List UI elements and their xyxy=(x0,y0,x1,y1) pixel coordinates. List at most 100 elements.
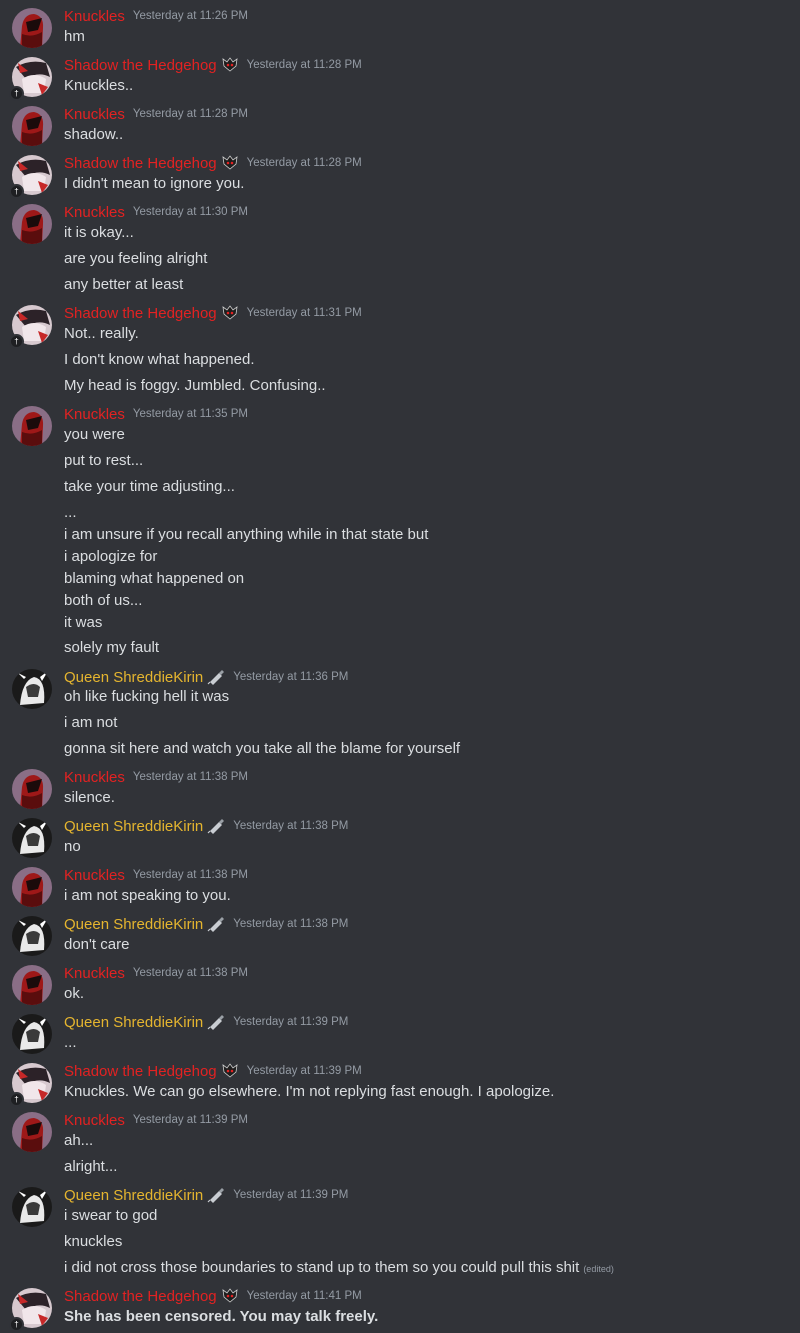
message-header: Queen ShreddieKirin Yesterday at 11:39 PM xyxy=(64,1012,348,1032)
status-badge-icon: † xyxy=(9,1317,24,1332)
timestamp[interactable]: Yesterday at 11:39 PM xyxy=(233,1016,348,1028)
timestamp[interactable]: Yesterday at 11:28 PM xyxy=(247,59,362,71)
message-text: shadow.. xyxy=(64,126,124,143)
timestamp[interactable]: Yesterday at 11:38 PM xyxy=(133,967,248,979)
message-text: silence. xyxy=(64,789,115,806)
author-name[interactable]: Shadow the Hedgehog xyxy=(64,57,217,74)
message-line: i am not speaking to you. xyxy=(64,887,231,904)
avatar[interactable] xyxy=(12,1014,52,1054)
message-text: take your time adjusting... xyxy=(64,478,235,495)
avatar[interactable] xyxy=(12,916,52,956)
timestamp[interactable]: Yesterday at 11:39 PM xyxy=(233,1189,348,1201)
timestamp[interactable]: Yesterday at 11:28 PM xyxy=(133,108,248,120)
message-line: i did not cross those boundaries to stan… xyxy=(64,1259,614,1276)
message-line: no xyxy=(64,838,81,855)
message-line: gonna sit here and watch you take all th… xyxy=(64,740,460,757)
status-badge-icon: † xyxy=(9,334,24,349)
message-line: any better at least xyxy=(64,276,183,293)
chat-log: Knuckles Yesterday at 11:26 PM hm † Shadow t… xyxy=(0,0,800,1333)
message-text: Knuckles.. xyxy=(64,77,134,94)
avatar[interactable] xyxy=(12,106,52,146)
avatar[interactable] xyxy=(12,867,52,907)
author-name[interactable]: Shadow the Hedgehog xyxy=(64,1288,217,1305)
message-text: i did not cross those boundaries to stan… xyxy=(64,1259,580,1276)
author-name[interactable]: Knuckles xyxy=(64,1112,125,1129)
timestamp[interactable]: Yesterday at 11:41 PM xyxy=(247,1290,362,1302)
avatar[interactable] xyxy=(12,769,52,809)
message-line: shadow.. xyxy=(64,126,123,143)
message-header: Knuckles Yesterday at 11:38 PM xyxy=(64,963,248,983)
message-line: put to rest... xyxy=(64,452,143,469)
author-name[interactable]: Queen ShreddieKirin xyxy=(64,669,203,686)
message-text: gonna sit here and watch you take all th… xyxy=(64,740,461,757)
message-header: Shadow the Hedgehog Yesterday at 11:31 PM xyxy=(64,303,362,323)
avatar[interactable] xyxy=(12,965,52,1005)
author-name[interactable]: Knuckles xyxy=(64,769,125,786)
author-name[interactable]: Queen ShreddieKirin xyxy=(64,1014,203,1031)
avatar[interactable] xyxy=(12,669,52,709)
message-text: ... xyxy=(64,1034,77,1051)
shadow-emblem-icon xyxy=(222,1063,238,1078)
timestamp[interactable]: Yesterday at 11:26 PM xyxy=(133,10,248,22)
message-text: Not.. really. xyxy=(64,325,139,342)
message-header: Knuckles Yesterday at 11:30 PM xyxy=(64,202,248,222)
message-text: She has been censored. You may talk free… xyxy=(64,1308,379,1325)
message-line: Knuckles.. xyxy=(64,77,133,94)
avatar[interactable] xyxy=(12,818,52,858)
message-line: I don't know what happened. xyxy=(64,351,255,368)
message-text: no xyxy=(64,838,81,855)
author-name[interactable]: Shadow the Hedgehog xyxy=(64,155,217,172)
author-name[interactable]: Knuckles xyxy=(64,406,125,423)
author-name[interactable]: Queen ShreddieKirin xyxy=(64,1187,203,1204)
timestamp[interactable]: Yesterday at 11:36 PM xyxy=(233,671,348,683)
message-header: Knuckles Yesterday at 11:28 PM xyxy=(64,104,248,124)
author-name[interactable]: Queen ShreddieKirin xyxy=(64,916,203,933)
avatar[interactable] xyxy=(12,406,52,446)
status-badge-icon: † xyxy=(9,1092,24,1107)
message-text: i am not speaking to you. xyxy=(64,887,231,904)
shadow-emblem-icon xyxy=(222,57,238,72)
timestamp[interactable]: Yesterday at 11:31 PM xyxy=(247,307,362,319)
message-text: it is okay... xyxy=(64,224,134,241)
author-name[interactable]: Shadow the Hedgehog xyxy=(64,305,217,322)
message-header: Knuckles Yesterday at 11:38 PM xyxy=(64,865,248,885)
timestamp[interactable]: Yesterday at 11:35 PM xyxy=(133,408,248,420)
avatar[interactable] xyxy=(12,1112,52,1152)
author-name[interactable]: Knuckles xyxy=(64,204,125,221)
message-text: i am not xyxy=(64,714,118,731)
avatar[interactable] xyxy=(12,1187,52,1227)
timestamp[interactable]: Yesterday at 11:38 PM xyxy=(233,820,348,832)
timestamp[interactable]: Yesterday at 11:38 PM xyxy=(133,771,248,783)
message-text: hm xyxy=(64,28,85,45)
author-name[interactable]: Queen ShreddieKirin xyxy=(64,818,203,835)
author-name[interactable]: Shadow the Hedgehog xyxy=(64,1063,217,1080)
message-header: Knuckles Yesterday at 11:39 PM xyxy=(64,1110,248,1130)
message-line: ok. xyxy=(64,985,84,1002)
syringe-icon xyxy=(207,917,225,932)
message-header: Queen ShreddieKirin Yesterday at 11:39 PM xyxy=(64,1185,348,1205)
timestamp[interactable]: Yesterday at 11:30 PM xyxy=(133,206,248,218)
timestamp[interactable]: Yesterday at 11:39 PM xyxy=(133,1114,248,1126)
message-header: Queen ShreddieKirin Yesterday at 11:38 PM xyxy=(64,816,348,836)
message-text: Knuckles. We can go elsewhere. I'm not r… xyxy=(64,1083,555,1100)
shadow-emblem-icon xyxy=(222,1288,238,1303)
syringe-icon xyxy=(207,1015,225,1030)
author-name[interactable]: Knuckles xyxy=(64,106,125,123)
author-name[interactable]: Knuckles xyxy=(64,867,125,884)
message-line: it was xyxy=(64,614,102,631)
message-text: you were xyxy=(64,426,125,443)
author-name[interactable]: Knuckles xyxy=(64,965,125,982)
avatar[interactable] xyxy=(12,8,52,48)
syringe-icon xyxy=(207,670,225,685)
message-text: don't care xyxy=(64,936,130,953)
author-name[interactable]: Knuckles xyxy=(64,8,125,25)
timestamp[interactable]: Yesterday at 11:28 PM xyxy=(247,157,362,169)
timestamp[interactable]: Yesterday at 11:38 PM xyxy=(133,869,248,881)
timestamp[interactable]: Yesterday at 11:38 PM xyxy=(233,918,348,930)
timestamp[interactable]: Yesterday at 11:39 PM xyxy=(247,1065,362,1077)
message-text: i swear to god xyxy=(64,1207,158,1224)
message-line: don't care xyxy=(64,936,129,953)
message-line: oh like fucking hell it was xyxy=(64,688,229,705)
avatar[interactable] xyxy=(12,204,52,244)
message-header: Queen ShreddieKirin Yesterday at 11:38 PM xyxy=(64,914,348,934)
